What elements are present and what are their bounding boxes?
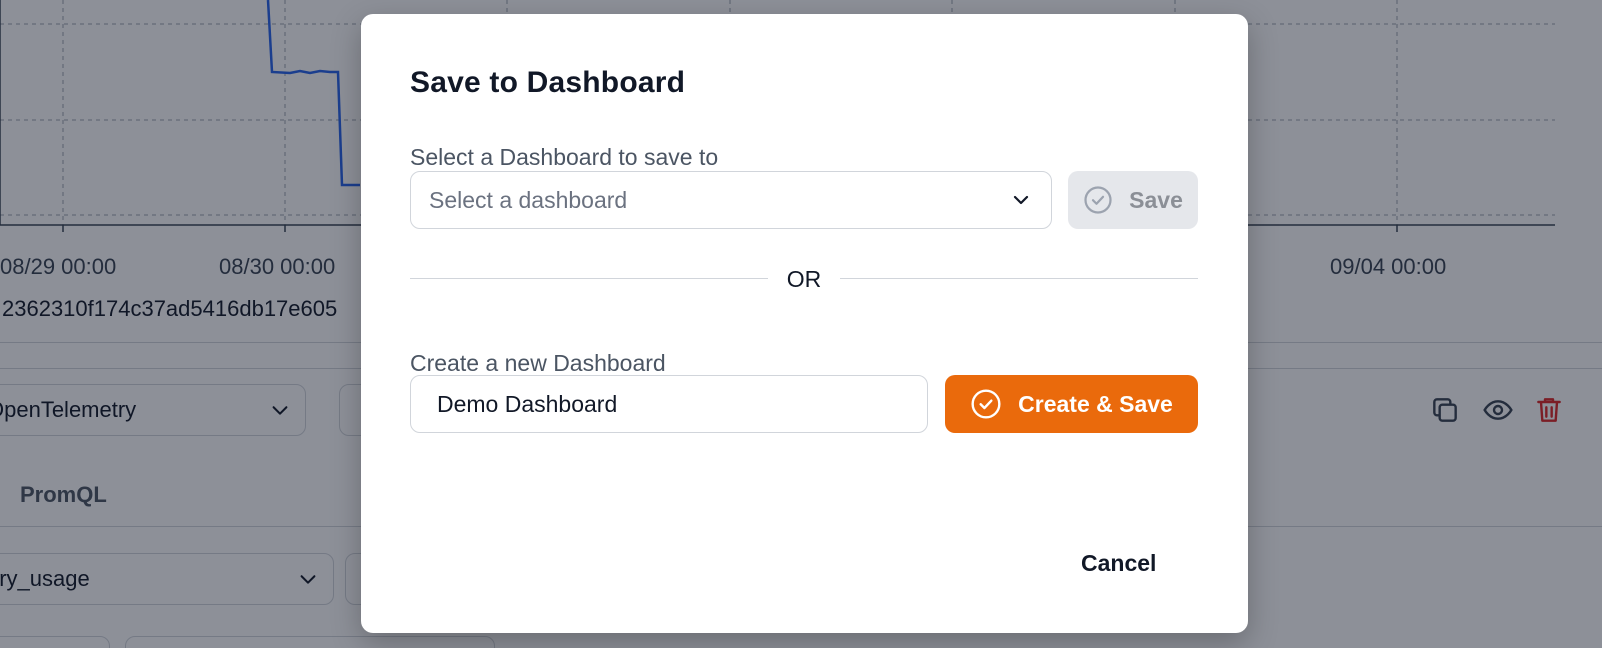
cancel-button[interactable]: Cancel: [1081, 550, 1156, 577]
check-circle-icon: [1084, 186, 1112, 214]
save-button-label: Save: [1129, 186, 1183, 213]
or-separator: OR: [410, 264, 1198, 294]
select-dashboard-label: Select a Dashboard to save to: [410, 144, 719, 170]
divider: [840, 278, 1198, 279]
chevron-down-icon: [1013, 195, 1029, 205]
or-text: OR: [786, 266, 822, 292]
create-and-save-label: Create & Save: [1018, 390, 1173, 417]
save-to-dashboard-modal: Save to Dashboard Select a Dashboard to …: [361, 14, 1248, 633]
save-button[interactable]: Save: [1068, 171, 1198, 229]
dashboard-select-placeholder: Select a dashboard: [429, 186, 628, 213]
check-circle-icon: [971, 389, 1001, 419]
create-dashboard-label: Create a new Dashboard: [410, 350, 666, 376]
dashboard-select[interactable]: Select a dashboard: [410, 171, 1052, 229]
modal-title: Save to Dashboard: [410, 66, 686, 99]
create-and-save-button[interactable]: Create & Save: [945, 375, 1198, 433]
new-dashboard-name-input[interactable]: [410, 375, 928, 433]
